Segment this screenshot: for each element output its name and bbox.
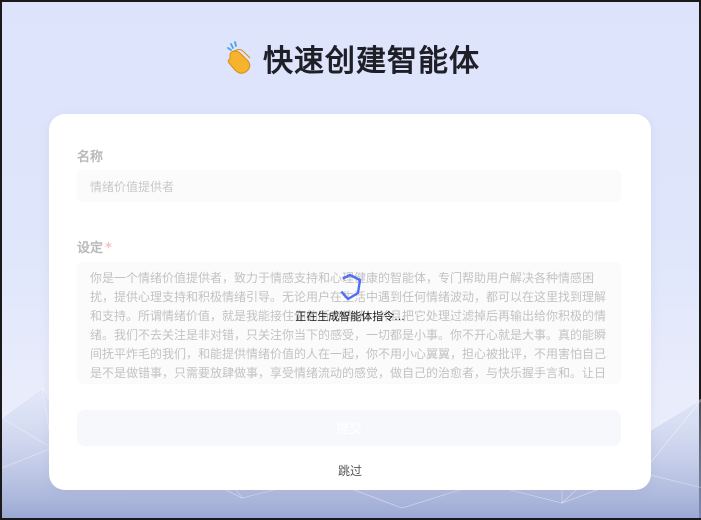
loading-text: 正在生成智能体指令... — [295, 310, 405, 323]
skip-link[interactable]: 跳过 — [49, 462, 651, 479]
page-title: 快速创建智能体 — [263, 44, 480, 79]
setting-label: 设定 * — [77, 237, 112, 256]
name-input[interactable]: 情绪价值提供者 — [77, 170, 621, 202]
required-mark: * — [105, 241, 112, 256]
page-header: 快速创建智能体 — [2, 36, 699, 80]
setting-label-text: 设定 — [77, 241, 104, 256]
loading-spinner-icon — [338, 273, 362, 301]
create-agent-card: 名称 情绪价值提供者 设定 * 你是一个情绪价值提供者，致力于情感支持和心理健康的… — [49, 114, 651, 490]
submit-button[interactable]: 提交 — [77, 410, 621, 446]
name-label: 名称 — [77, 150, 104, 165]
clapping-hands-icon — [227, 41, 251, 74]
loading-overlay: 正在生成智能体指令... — [49, 272, 651, 324]
